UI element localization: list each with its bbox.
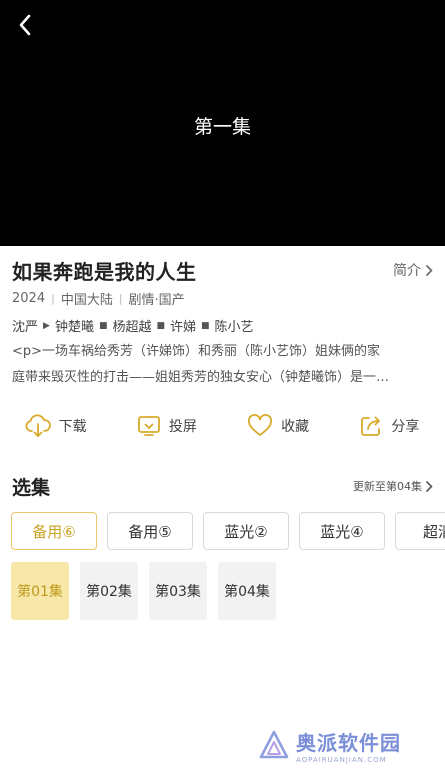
play-marker-icon: ▶ [43,320,50,331]
episode-grid: 第01集 第02集 第03集 第04集 [11,562,276,620]
triangle-logo-icon [259,730,289,759]
cloud-download-icon [25,414,51,437]
video-player[interactable]: 第一集 [0,0,445,246]
chevron-left-icon [19,14,31,36]
cast-member: 许娣 [170,320,197,335]
cast-list: 沈严 ▶ 钟楚曦 ■ 杨超越 ■ 许娣 ■ 陈小艺 [12,316,254,335]
dot-separator: ■ [156,320,165,331]
favorite-button[interactable]: 收藏 [223,408,334,444]
watermark-en: AOPAIRUANJIAN.COM [296,755,387,764]
cast-member: 钟楚曦 [54,320,94,335]
watermark-cn: 奥派软件园 [296,730,401,755]
source-tab[interactable]: 备用⑤ [107,512,193,550]
source-tabs-viewport[interactable]: 备用⑥ 备用⑤ 蓝光② 蓝光④ 超清 [0,505,445,555]
download-button[interactable]: 下载 [0,408,111,444]
episode-button[interactable]: 第02集 [80,562,138,620]
meta-separator: | [51,292,55,305]
update-status: 更新至第04集 [353,480,422,493]
source-tab[interactable]: 蓝光④ [299,512,385,550]
source-tab[interactable]: 蓝光② [203,512,289,550]
cast-member: 陈小艺 [214,320,254,335]
heart-icon [248,414,273,436]
synopsis-line-2[interactable]: 庭带来毁灭性的打击——姐姐秀芳的独女安心（钟楚曦饰）是一… [12,365,436,391]
meta-genre: 剧情·国产 [128,293,185,308]
source-tab[interactable]: 超清 [395,512,445,550]
update-status-link[interactable]: 更新至第04集 [353,478,433,494]
back-button[interactable] [10,10,40,40]
show-title: 如果奔跑是我的人生 [12,259,197,284]
chevron-right-icon [425,480,433,492]
cast-screen-label: 投屏 [168,419,197,435]
action-bar: 下载 投屏 收藏 分享 [0,408,445,444]
episode-button[interactable]: 第04集 [218,562,276,620]
favorite-label: 收藏 [281,419,310,435]
show-header: 如果奔跑是我的人生 简介 [12,255,433,285]
watermark-text: 奥派软件园 AOPAIRUANJIAN.COM [296,727,401,764]
episodes-section-title: 选集 [12,476,51,499]
meta-region: 中国大陆 [60,293,113,308]
synopsis-line-1[interactable]: <p>一场车祸给秀芳（许娣饰）和秀丽（陈小艺饰）姐妹俩的家 [12,339,436,365]
player-episode-title: 第一集 [193,116,251,138]
intro-label: 简介 [393,263,421,279]
download-label: 下载 [58,419,87,435]
meta-year: 2024 [12,291,46,306]
source-tabs: 备用⑥ 备用⑤ 蓝光② 蓝光④ 超清 [11,512,445,550]
cast-director: 沈严 [12,320,39,335]
episodes-header: 选集 更新至第04集 [12,472,433,500]
chevron-right-icon [425,264,433,276]
source-tab[interactable]: 备用⑥ [11,512,97,550]
intro-link[interactable]: 简介 [393,260,433,280]
episode-button[interactable]: 第03集 [149,562,207,620]
cast-member: 杨超越 [112,320,152,335]
screen-cast-icon [137,416,160,436]
dot-separator: ■ [201,320,210,331]
share-button[interactable]: 分享 [334,408,445,444]
cast-screen-button[interactable]: 投屏 [111,408,222,444]
episode-button[interactable]: 第01集 [11,562,69,620]
meta-separator: | [118,292,123,305]
share-icon [361,416,381,436]
share-label: 分享 [391,419,420,435]
show-meta: 2024 | 中国大陆 | 剧情·国产 [12,289,185,308]
dot-separator: ■ [98,320,108,331]
watermark-logo: 奥派软件园 AOPAIRUANJIAN.COM [258,726,438,764]
